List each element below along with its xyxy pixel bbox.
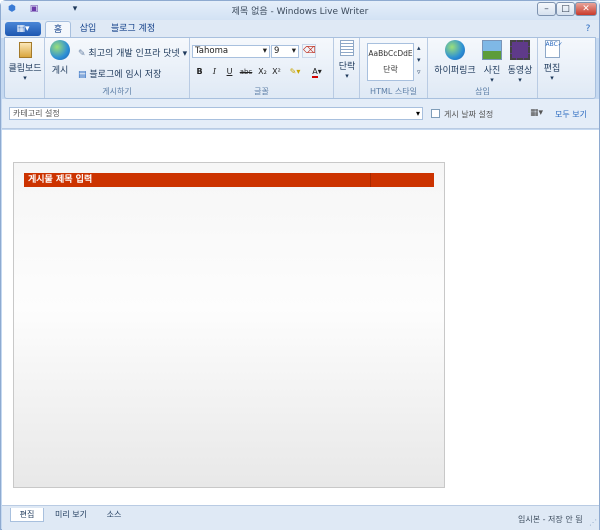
style-gallery-item[interactable]: AaBbCcDdE 단락 xyxy=(367,43,414,81)
tab-blog-account[interactable]: 블로그 계정 xyxy=(107,21,159,38)
calendar-dropdown-icon[interactable]: ▦▾ xyxy=(530,108,543,118)
chevron-down-icon: ▾ xyxy=(345,72,349,80)
style-group-label: HTML 스타일 xyxy=(370,87,417,96)
tab-insert[interactable]: 삽입 xyxy=(75,21,101,38)
chevron-down-icon: ▾ xyxy=(415,109,420,118)
superscript-button[interactable]: X² xyxy=(270,66,283,78)
category-bar: 카테고리 설정 ▾ 게시 날짜 설정 ▦▾ 모두 보기 xyxy=(2,99,599,129)
save-draft-button[interactable]: ▤ 블로그에 임시 저장 xyxy=(78,67,161,80)
chevron-down-icon: ▾ xyxy=(490,76,494,84)
clipboard-icon xyxy=(18,42,32,58)
category-placeholder: 카테고리 설정 xyxy=(13,109,60,118)
post-document[interactable] xyxy=(13,162,445,488)
close-button[interactable]: ✕ xyxy=(575,2,597,16)
highlight-button[interactable]: ✎▾ xyxy=(286,66,304,78)
video-label: 동영상 xyxy=(507,66,533,76)
italic-button[interactable]: I xyxy=(208,66,221,78)
save-draft-label: 블로그에 임시 저장 xyxy=(89,70,162,80)
font-family-select[interactable]: Tahoma ▾ xyxy=(192,45,270,58)
bold-button[interactable]: B xyxy=(193,66,206,78)
gallery-scroll-down-icon[interactable]: ▾ xyxy=(417,56,421,64)
tab-preview[interactable]: 미리 보기 xyxy=(46,508,96,522)
blog-name: 최고의 개발 인프라 닷넷 xyxy=(88,49,180,59)
style-group: AaBbCcDdE 단락 ▴ ▾ ▿ HTML 스타일 xyxy=(360,38,428,98)
chevron-down-icon: ▾ xyxy=(262,46,267,56)
font-group: Tahoma ▾ 9 ▾ ⌫ B I U abc X₂ X² ✎▾ A▾ 글꼴 xyxy=(190,38,334,98)
clipboard-label: 클립보드 xyxy=(8,64,42,74)
hyperlink-globe-icon xyxy=(445,40,465,60)
edit-label: 편집 xyxy=(543,64,561,74)
tab-edit[interactable]: 편집 xyxy=(10,508,44,522)
edit-icon: ✎ xyxy=(78,49,86,59)
title-bar: ⬢ ▣ ▾ 제목 없음 - Windows Live Writer – □ ✕ xyxy=(1,1,599,20)
font-color-button[interactable]: A▾ xyxy=(307,66,327,78)
publish-group-label: 게시하기 xyxy=(102,87,132,96)
draft-icon: ▤ xyxy=(78,70,87,80)
style-preview: AaBbCcDdE xyxy=(368,49,413,58)
view-all-link[interactable]: 모두 보기 xyxy=(555,109,587,120)
photo-button[interactable]: 사진 ▾ xyxy=(480,40,504,84)
globe-icon xyxy=(50,40,70,60)
chevron-down-icon: ▾ xyxy=(550,74,554,82)
chevron-down-icon: ▾ xyxy=(23,74,27,82)
insert-group-label: 삽입 xyxy=(475,87,490,96)
strikethrough-button[interactable]: abc xyxy=(238,66,254,78)
paragraph-icon xyxy=(340,40,354,56)
maximize-button[interactable]: □ xyxy=(556,2,575,16)
help-icon[interactable]: ? xyxy=(583,23,593,36)
ribbon: 클립보드 ▾ 게시 ✎ 최고의 개발 인프라 닷넷 ▾ ▤ 블로그에 임시 저장… xyxy=(4,37,596,99)
publish-date-label: 게시 날짜 설정 xyxy=(444,110,494,119)
font-size-value: 9 xyxy=(274,46,280,56)
chevron-down-icon: ▾ xyxy=(518,76,522,84)
font-family-value: Tahoma xyxy=(195,46,229,56)
resize-grip-icon[interactable]: ⋰ xyxy=(589,518,597,527)
edit-group: ABC✓ 편집 ▾ xyxy=(538,38,566,98)
edit-button[interactable]: ABC✓ 편집 ▾ xyxy=(540,40,564,82)
subscript-button[interactable]: X₂ xyxy=(256,66,269,78)
hyperlink-label: 하이퍼링크 xyxy=(434,66,476,76)
publish-button[interactable]: 게시 xyxy=(48,40,72,76)
tab-source[interactable]: 소스 xyxy=(98,508,130,522)
status-text: 임시본 - 저장 안 됨 xyxy=(518,515,583,524)
app-window: ⬢ ▣ ▾ 제목 없음 - Windows Live Writer – □ ✕ … xyxy=(0,0,600,530)
photo-icon xyxy=(482,40,502,60)
style-name: 단락 xyxy=(383,65,398,74)
clipboard-group: 클립보드 ▾ xyxy=(5,38,45,98)
video-button[interactable]: 동영상 ▾ xyxy=(506,40,534,84)
photo-label: 사진 xyxy=(483,66,501,76)
publish-date-checkbox[interactable] xyxy=(431,109,440,118)
underline-button[interactable]: U xyxy=(223,66,236,78)
font-color-label: A xyxy=(312,67,318,78)
font-group-label: 글꼴 xyxy=(254,87,269,96)
font-size-select[interactable]: 9 ▾ xyxy=(271,45,299,58)
window-title: 제목 없음 - Windows Live Writer xyxy=(231,7,369,17)
spellcheck-icon: ABC✓ xyxy=(544,40,563,58)
clipboard-button[interactable]: 클립보드 ▾ xyxy=(6,40,44,82)
blog-select-item[interactable]: ✎ 최고의 개발 인프라 닷넷 ▾ xyxy=(78,46,187,59)
chevron-down-icon: ▾ xyxy=(291,46,296,56)
app-menu-button[interactable]: ▦▾ xyxy=(5,22,41,36)
gallery-expand-icon[interactable]: ▿ xyxy=(417,68,421,76)
publish-label: 게시 xyxy=(51,66,69,76)
tab-home[interactable]: 홈 xyxy=(45,21,71,38)
gallery-scroll-up-icon[interactable]: ▴ xyxy=(417,44,421,52)
publish-group: 게시 ✎ 최고의 개발 인프라 닷넷 ▾ ▤ 블로그에 임시 저장 게시하기 xyxy=(45,38,190,98)
view-tab-bar: 편집 미리 보기 소스 임시본 - 저장 안 됨 ⋰ xyxy=(2,505,599,530)
paragraph-button[interactable]: 단락 ▾ xyxy=(335,40,359,80)
insert-group: 하이퍼링크 사진 ▾ 동영상 ▾ 삽입 xyxy=(428,38,538,98)
paragraph-label: 단락 xyxy=(338,62,356,72)
hyperlink-button[interactable]: 하이퍼링크 xyxy=(432,40,478,76)
minimize-button[interactable]: – xyxy=(537,2,556,16)
clear-format-icon[interactable]: ⌫ xyxy=(302,44,316,58)
paragraph-group: 단락 ▾ xyxy=(334,38,360,98)
title-bar-divider xyxy=(370,173,371,187)
post-title-input[interactable]: 게시물 제목 입력 xyxy=(24,173,434,187)
category-select[interactable]: 카테고리 설정 ▾ xyxy=(9,107,423,120)
video-icon xyxy=(510,40,530,60)
